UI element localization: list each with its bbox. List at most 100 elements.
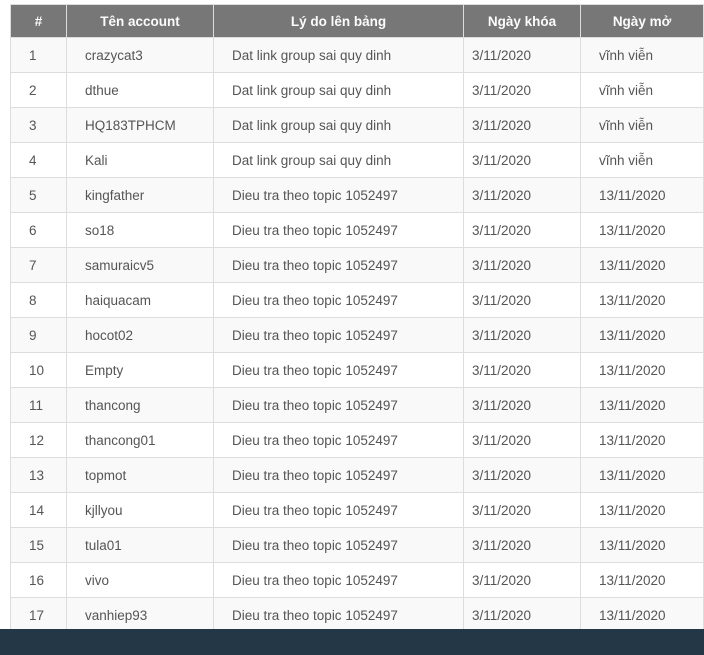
- cell-index: 14: [11, 493, 67, 528]
- cell-reason: Dieu tra theo topic 1052497: [214, 318, 464, 353]
- cell-index: 17: [11, 598, 67, 633]
- cell-open_date: 13/11/2020: [581, 283, 704, 318]
- cell-account: dthue: [67, 73, 214, 108]
- page: #Tên accountLý do lên bảngNgày khóaNgày …: [0, 0, 704, 655]
- cell-open_date: vĩnh viễn: [581, 73, 704, 108]
- cell-reason: Dat link group sai quy dinh: [214, 73, 464, 108]
- cell-lock_date: 3/11/2020: [464, 108, 581, 143]
- cell-account: hocot02: [67, 318, 214, 353]
- cell-lock_date: 3/11/2020: [464, 493, 581, 528]
- cell-lock_date: 3/11/2020: [464, 213, 581, 248]
- table-row: 12thancong01Dieu tra theo topic 10524973…: [11, 423, 704, 458]
- cell-account: tula01: [67, 528, 214, 563]
- table-row: 8haiquacamDieu tra theo topic 10524973/1…: [11, 283, 704, 318]
- cell-account: vanhiep93: [67, 598, 214, 633]
- cell-open_date: 13/11/2020: [581, 458, 704, 493]
- cell-index: 15: [11, 528, 67, 563]
- cell-open_date: vĩnh viễn: [581, 143, 704, 178]
- cell-lock_date: 3/11/2020: [464, 458, 581, 493]
- cell-account: samuraicv5: [67, 248, 214, 283]
- table-row: 4KaliDat link group sai quy dinh3/11/202…: [11, 143, 704, 178]
- cell-lock_date: 3/11/2020: [464, 318, 581, 353]
- cell-reason: Dieu tra theo topic 1052497: [214, 248, 464, 283]
- cell-account: so18: [67, 213, 214, 248]
- cell-reason: Dieu tra theo topic 1052497: [214, 493, 464, 528]
- banned-accounts-table: #Tên accountLý do lên bảngNgày khóaNgày …: [10, 4, 704, 633]
- column-header-lock_date: Ngày khóa: [464, 5, 581, 38]
- cell-open_date: 13/11/2020: [581, 353, 704, 388]
- cell-lock_date: 3/11/2020: [464, 178, 581, 213]
- cell-index: 11: [11, 388, 67, 423]
- cell-lock_date: 3/11/2020: [464, 598, 581, 633]
- cell-index: 8: [11, 283, 67, 318]
- table-row: 11thancongDieu tra theo topic 10524973/1…: [11, 388, 704, 423]
- cell-account: kingfather: [67, 178, 214, 213]
- column-header-index: #: [11, 5, 67, 38]
- header-row: #Tên accountLý do lên bảngNgày khóaNgày …: [11, 5, 704, 38]
- cell-open_date: 13/11/2020: [581, 423, 704, 458]
- cell-index: 3: [11, 108, 67, 143]
- footer-bar: [0, 629, 704, 655]
- cell-lock_date: 3/11/2020: [464, 423, 581, 458]
- cell-open_date: 13/11/2020: [581, 248, 704, 283]
- cell-account: topmot: [67, 458, 214, 493]
- cell-account: Kali: [67, 143, 214, 178]
- table-row: 2dthueDat link group sai quy dinh3/11/20…: [11, 73, 704, 108]
- cell-account: HQ183TPHCM: [67, 108, 214, 143]
- cell-index: 12: [11, 423, 67, 458]
- cell-index: 4: [11, 143, 67, 178]
- cell-lock_date: 3/11/2020: [464, 528, 581, 563]
- cell-lock_date: 3/11/2020: [464, 248, 581, 283]
- cell-index: 16: [11, 563, 67, 598]
- cell-lock_date: 3/11/2020: [464, 353, 581, 388]
- table-row: 14kjllyouDieu tra theo topic 10524973/11…: [11, 493, 704, 528]
- table-row: 15tula01Dieu tra theo topic 10524973/11/…: [11, 528, 704, 563]
- cell-reason: Dieu tra theo topic 1052497: [214, 388, 464, 423]
- cell-account: thancong: [67, 388, 214, 423]
- cell-lock_date: 3/11/2020: [464, 38, 581, 73]
- cell-lock_date: 3/11/2020: [464, 73, 581, 108]
- cell-reason: Dieu tra theo topic 1052497: [214, 283, 464, 318]
- cell-account: crazycat3: [67, 38, 214, 73]
- table-row: 3HQ183TPHCMDat link group sai quy dinh3/…: [11, 108, 704, 143]
- cell-reason: Dat link group sai quy dinh: [214, 38, 464, 73]
- cell-index: 6: [11, 213, 67, 248]
- table-row: 9hocot02Dieu tra theo topic 10524973/11/…: [11, 318, 704, 353]
- cell-reason: Dieu tra theo topic 1052497: [214, 353, 464, 388]
- cell-open_date: 13/11/2020: [581, 178, 704, 213]
- table-row: 6so18Dieu tra theo topic 10524973/11/202…: [11, 213, 704, 248]
- cell-index: 10: [11, 353, 67, 388]
- cell-open_date: 13/11/2020: [581, 528, 704, 563]
- cell-open_date: 13/11/2020: [581, 563, 704, 598]
- cell-open_date: vĩnh viễn: [581, 38, 704, 73]
- table-body: 1crazycat3Dat link group sai quy dinh3/1…: [11, 38, 704, 633]
- table-row: 16vivoDieu tra theo topic 10524973/11/20…: [11, 563, 704, 598]
- cell-reason: Dieu tra theo topic 1052497: [214, 528, 464, 563]
- cell-reason: Dieu tra theo topic 1052497: [214, 563, 464, 598]
- cell-account: thancong01: [67, 423, 214, 458]
- cell-open_date: vĩnh viễn: [581, 108, 704, 143]
- cell-reason: Dieu tra theo topic 1052497: [214, 458, 464, 493]
- cell-account: Empty: [67, 353, 214, 388]
- cell-open_date: 13/11/2020: [581, 598, 704, 633]
- cell-open_date: 13/11/2020: [581, 318, 704, 353]
- table-header: #Tên accountLý do lên bảngNgày khóaNgày …: [11, 5, 704, 38]
- cell-index: 1: [11, 38, 67, 73]
- cell-index: 2: [11, 73, 67, 108]
- cell-account: haiquacam: [67, 283, 214, 318]
- table-row: 1crazycat3Dat link group sai quy dinh3/1…: [11, 38, 704, 73]
- column-header-account: Tên account: [67, 5, 214, 38]
- table-row: 7samuraicv5Dieu tra theo topic 10524973/…: [11, 248, 704, 283]
- column-header-open_date: Ngày mở: [581, 5, 704, 38]
- cell-open_date: 13/11/2020: [581, 493, 704, 528]
- cell-lock_date: 3/11/2020: [464, 143, 581, 178]
- cell-reason: Dieu tra theo topic 1052497: [214, 423, 464, 458]
- cell-reason: Dieu tra theo topic 1052497: [214, 178, 464, 213]
- cell-lock_date: 3/11/2020: [464, 283, 581, 318]
- cell-index: 7: [11, 248, 67, 283]
- cell-index: 9: [11, 318, 67, 353]
- cell-open_date: 13/11/2020: [581, 213, 704, 248]
- cell-account: vivo: [67, 563, 214, 598]
- cell-index: 13: [11, 458, 67, 493]
- table-row: 10EmptyDieu tra theo topic 10524973/11/2…: [11, 353, 704, 388]
